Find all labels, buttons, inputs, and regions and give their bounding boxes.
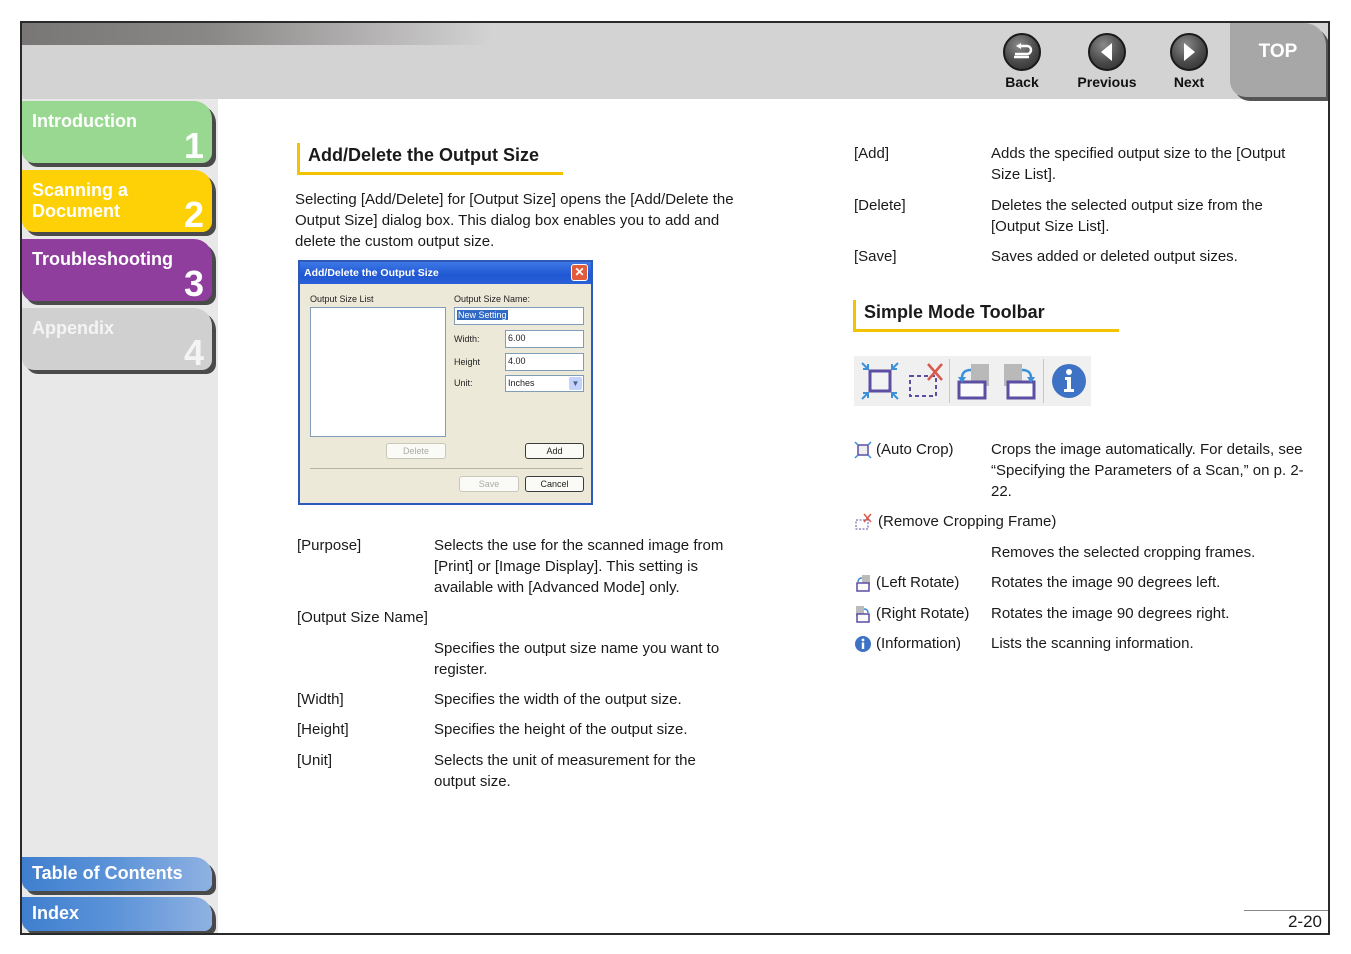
unit-label: Unit:: [454, 378, 473, 388]
header-gradient: [22, 23, 492, 45]
chapter-label: Troubleshooting: [32, 249, 173, 269]
section-title-add-delete: Add/Delete the Output Size: [297, 143, 563, 175]
rotate-left-icon[interactable]: [952, 358, 997, 404]
chapter-number: 4: [183, 332, 204, 373]
chapter-tab-troubleshooting[interactable]: Troubleshooting 3: [22, 239, 212, 304]
tool-desc: Crops the image automatically. For detai…: [991, 441, 1304, 500]
auto-crop-icon[interactable]: [858, 358, 903, 404]
chapter-label: Scanning a Document: [32, 180, 129, 221]
table-of-contents-button[interactable]: Table of Contents: [22, 857, 212, 891]
toolbar-separator: [1043, 359, 1045, 403]
output-size-name-input[interactable]: New Setting: [454, 307, 584, 325]
delete-button[interactable]: Delete: [386, 443, 446, 459]
height-label: Height: [454, 357, 481, 367]
output-size-name-value: New Setting: [457, 310, 508, 320]
left-triangle-icon: [1088, 33, 1126, 71]
tool-desc: Rotates the image 90 degrees right.: [991, 605, 1230, 622]
output-size-name-label: Output Size Name:: [454, 294, 531, 304]
tool-term: (Auto Crop): [876, 441, 954, 458]
add-delete-output-size-dialog: Add/Delete the Output Size ✕ Output Size…: [298, 260, 593, 505]
close-icon[interactable]: ✕: [571, 264, 588, 281]
remove-crop-frame-icon: [855, 513, 872, 530]
back-arrow-icon: [1003, 33, 1041, 71]
chapter-label: Appendix: [32, 318, 115, 338]
chapter-number: 2: [183, 194, 204, 235]
next-label: Next: [1173, 74, 1205, 90]
definition-desc: Specifies the height of the output size.: [434, 721, 688, 738]
chapter-number: 1: [183, 125, 204, 166]
definition-desc: Specifies the width of the output size.: [434, 691, 682, 708]
definition-desc: Adds the specified output size to the [O…: [991, 145, 1286, 183]
definition-term: [Unit]: [297, 752, 333, 769]
definition-term: [Output Size Name]: [297, 609, 428, 626]
page-frame: Back Previous Next TOP Introduction 1 Sc…: [20, 21, 1330, 935]
toc-label: Table of Contents: [32, 863, 183, 883]
dialog-separator: [310, 468, 583, 469]
right-triangle-icon: [1170, 33, 1208, 71]
dialog-title: Add/Delete the Output Size ✕: [300, 262, 591, 284]
definition-desc: Deletes the selected output size from th…: [991, 197, 1263, 235]
tool-term: (Remove Cropping Frame): [878, 513, 1057, 530]
chapter-tab-appendix[interactable]: Appendix 4: [22, 308, 212, 373]
chapter-tab-scanning-a-document[interactable]: Scanning a Document 2: [22, 170, 212, 235]
tool-desc: Rotates the image 90 degrees left.: [991, 574, 1221, 591]
chapter-tab-introduction[interactable]: Introduction 1: [22, 101, 212, 166]
tool-term: (Right Rotate): [876, 605, 970, 622]
simple-mode-toolbar: [854, 356, 1091, 406]
definition-desc: Selects the use for the scanned image fr…: [434, 537, 724, 596]
width-input[interactable]: 6.00: [505, 330, 584, 348]
back-label: Back: [1005, 74, 1039, 90]
header-bar: Back Previous Next TOP: [22, 23, 1328, 99]
save-button[interactable]: Save: [459, 476, 519, 492]
section-title-simple-mode-toolbar: Simple Mode Toolbar: [853, 300, 1119, 332]
auto-crop-icon: [854, 441, 872, 459]
definition-desc: Saves added or deleted output sizes.: [991, 248, 1238, 265]
page-number-rule: [1244, 910, 1328, 911]
height-input[interactable]: 4.00: [505, 353, 584, 371]
page-number: 2-20: [1287, 912, 1322, 931]
tool-desc: Removes the selected cropping frames.: [991, 544, 1256, 561]
rotate-right-icon: [856, 606, 870, 623]
top-button[interactable]: TOP: [1230, 23, 1326, 97]
previous-button[interactable]: Previous: [1072, 33, 1142, 90]
tool-term: (Information): [876, 635, 962, 652]
chapter-label: Introduction: [32, 111, 137, 131]
chapter-number: 3: [183, 263, 204, 304]
index-button[interactable]: Index: [22, 897, 212, 931]
width-label: Width:: [454, 334, 480, 344]
remove-crop-frame-icon[interactable]: [903, 358, 948, 404]
definition-term: [Save]: [854, 248, 897, 265]
tool-term: (Left Rotate): [876, 574, 960, 591]
unit-select[interactable]: Inches ▼: [505, 375, 584, 392]
definition-term: [Width]: [297, 691, 344, 708]
definition-term: [Purpose]: [297, 537, 362, 554]
add-button[interactable]: Add: [525, 443, 584, 459]
rotate-right-icon[interactable]: [997, 358, 1042, 404]
previous-label: Previous: [1077, 74, 1137, 90]
unit-value: Inches: [508, 378, 535, 388]
information-icon: [855, 636, 871, 652]
toolbar-separator: [949, 359, 951, 403]
information-icon[interactable]: [1046, 358, 1091, 404]
index-label: Index: [32, 903, 80, 923]
output-size-list[interactable]: [310, 307, 446, 437]
definition-term: [Height]: [297, 721, 349, 738]
cancel-button[interactable]: Cancel: [525, 476, 584, 492]
next-button[interactable]: Next: [1154, 33, 1224, 90]
sidebar: Introduction 1 Scanning a Document 2 Tro…: [22, 99, 218, 933]
dialog-title-text: Add/Delete the Output Size: [304, 267, 439, 279]
back-button[interactable]: Back: [987, 33, 1057, 90]
definition-term: [Delete]: [854, 197, 906, 214]
rotate-left-icon: [856, 575, 870, 592]
intro-paragraph: Selecting [Add/Delete] for [Output Size]…: [295, 191, 734, 250]
definition-term: [Add]: [854, 145, 890, 162]
output-size-list-label: Output Size List: [310, 294, 374, 304]
top-label: TOP: [1258, 41, 1298, 62]
definition-desc: Selects the unit of measurement for the …: [434, 752, 696, 790]
tool-desc: Lists the scanning information.: [991, 635, 1194, 652]
definition-desc: Specifies the output size name you want …: [434, 640, 720, 678]
chevron-down-icon: ▼: [569, 377, 582, 390]
